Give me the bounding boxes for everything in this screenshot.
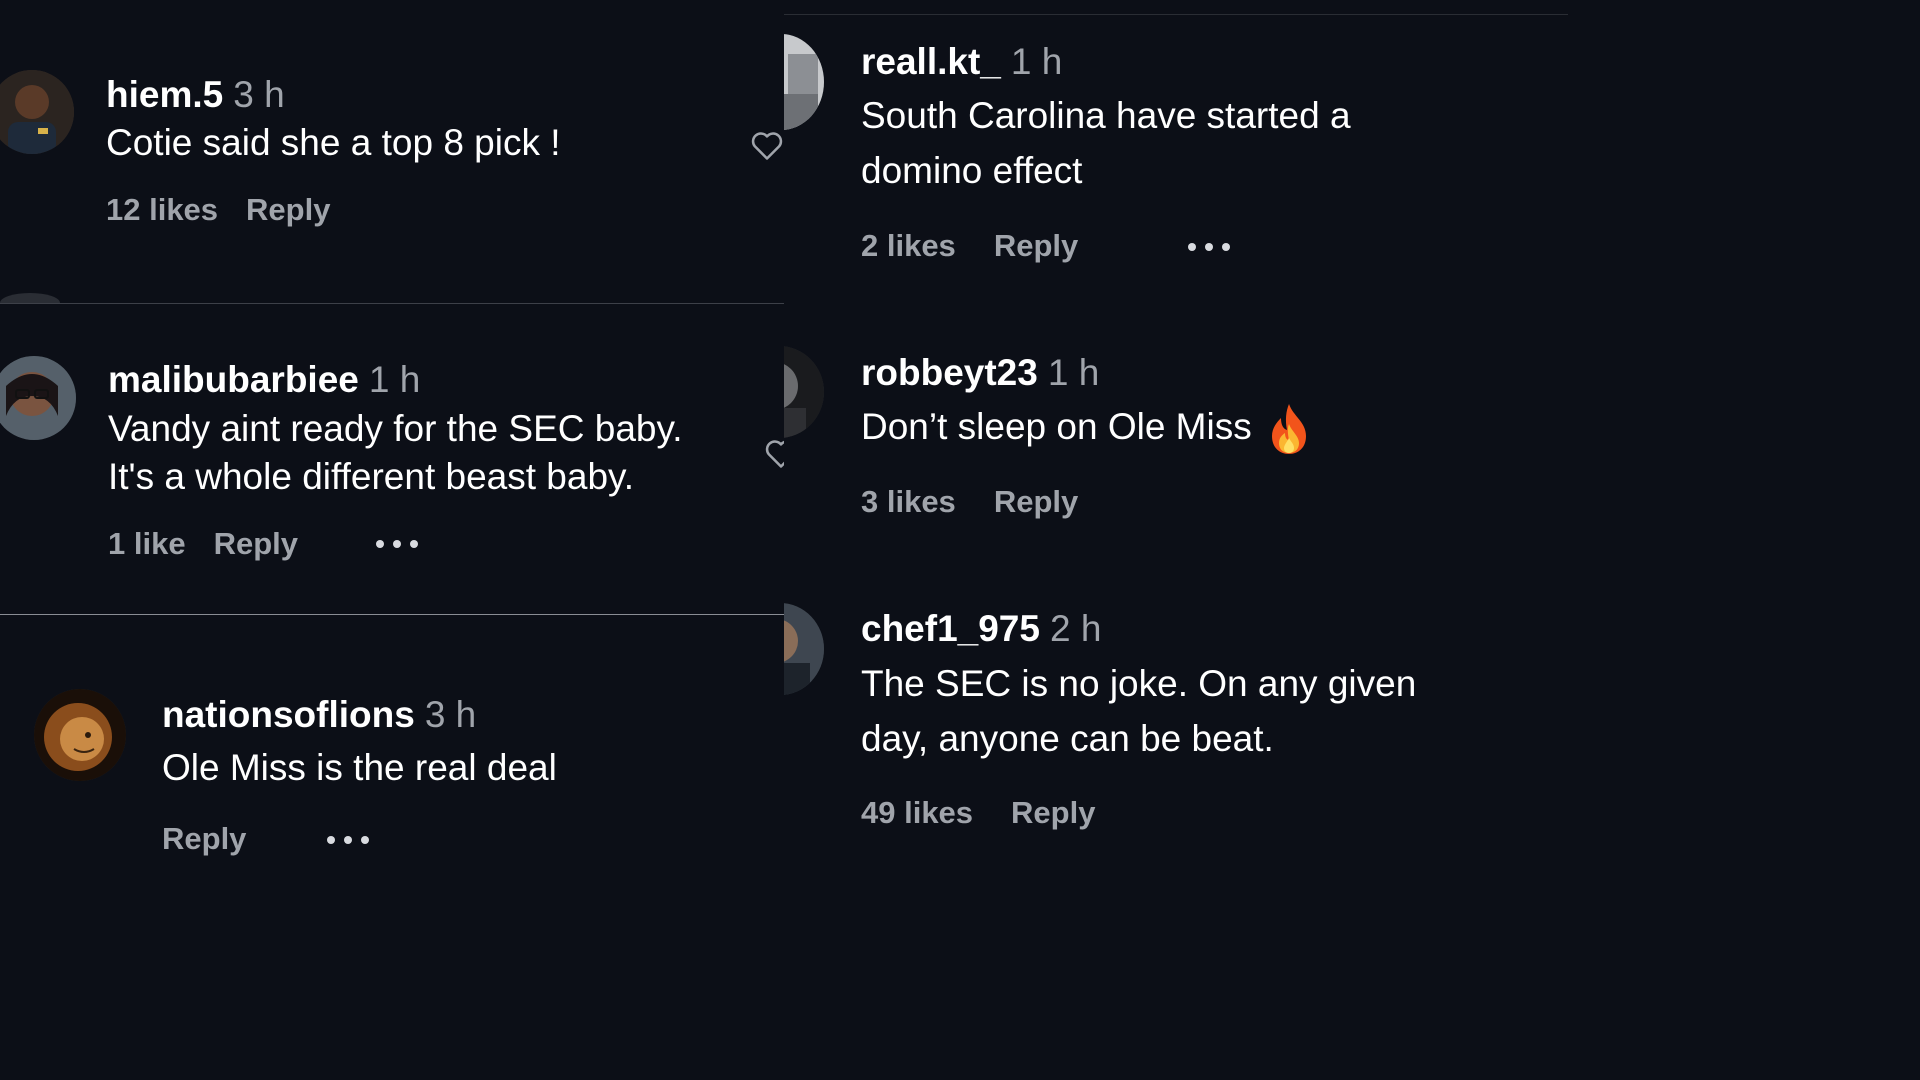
avatar-photo-icon — [0, 70, 74, 154]
heart-icon[interactable] — [762, 434, 784, 472]
comment-text-line-1: Vandy aint ready for the SEC baby. — [108, 408, 683, 449]
avatar[interactable] — [34, 689, 126, 781]
avatar[interactable] — [784, 603, 824, 695]
comment-header: hiem.5 3 h — [106, 73, 285, 117]
comment-header: chef1_975 2 h — [861, 607, 1101, 651]
timestamp: 1 h — [1010, 41, 1063, 82]
comment-actions: Reply — [162, 821, 274, 857]
next-comment-avatar-sliver — [0, 293, 60, 303]
comment-text-line-2: day, anyone can be beat. — [861, 718, 1274, 759]
username[interactable]: hiem.5 — [106, 74, 223, 115]
right-panel: reall.kt_ 1 h South Carolina have started… — [784, 0, 1568, 882]
heart-icon[interactable] — [748, 126, 784, 164]
timestamp: 1 h — [1047, 352, 1100, 393]
username[interactable]: robbeyt23 — [861, 352, 1038, 393]
username[interactable]: chef1_975 — [861, 608, 1040, 649]
reply-button[interactable]: Reply — [1011, 795, 1095, 830]
comment-text-content: Don’t sleep on Ole Miss — [861, 406, 1252, 447]
more-options-icon[interactable] — [327, 836, 369, 844]
more-options-icon[interactable] — [376, 540, 418, 548]
comment-actions: 3 likes Reply — [861, 484, 1106, 520]
reply-button[interactable]: Reply — [994, 484, 1078, 519]
comment-text: Cotie said she a top 8 pick ! — [106, 122, 561, 163]
avatar-photo-icon — [0, 356, 76, 440]
reply-button[interactable]: Reply — [162, 821, 246, 856]
likes-count[interactable]: 1 like — [108, 526, 186, 561]
comment-header: robbeyt23 1 h — [861, 351, 1099, 395]
comment-text-line-1: South Carolina have started a — [861, 95, 1351, 136]
reply-button[interactable]: Reply — [246, 192, 330, 227]
comment-header: malibubarbiee 1 h — [108, 358, 420, 402]
more-options-icon[interactable] — [1188, 243, 1230, 251]
divider — [784, 14, 1568, 15]
fire-emoji-icon — [1271, 404, 1306, 455]
avatar[interactable] — [0, 70, 74, 154]
avatar[interactable] — [784, 34, 824, 130]
comment-actions: 2 likes Reply — [861, 228, 1106, 264]
avatar[interactable] — [784, 346, 824, 438]
likes-count[interactable]: 49 likes — [861, 795, 973, 830]
username[interactable]: reall.kt_ — [861, 41, 1001, 82]
comment-text-line-1: The SEC is no joke. On any given — [861, 663, 1417, 704]
comment-header: nationsoflions 3 h — [162, 693, 476, 737]
left-middle-panel: malibubarbiee 1 h Vandy aint ready for th… — [0, 304, 784, 614]
reply-button[interactable]: Reply — [994, 228, 1078, 263]
comment-text: Ole Miss is the real deal — [162, 747, 557, 788]
timestamp: 3 h — [233, 74, 285, 115]
comment-actions: 1 like Reply — [108, 526, 326, 562]
avatar[interactable] — [0, 356, 76, 440]
avatar-photo-icon — [784, 34, 824, 130]
left-top-panel: hiem.5 3 h Cotie said she a top 8 pick ! … — [0, 0, 784, 303]
timestamp: 3 h — [424, 694, 477, 735]
username[interactable]: nationsoflions — [162, 694, 415, 735]
lion-avatar-icon — [34, 689, 126, 781]
comment-actions: 12 likes Reply — [106, 192, 358, 228]
avatar-photo-icon — [784, 346, 824, 438]
comment-text-line-2: It's a whole different beast baby. — [108, 456, 635, 497]
comment-actions: 49 likes Reply — [861, 795, 1123, 831]
likes-count[interactable]: 12 likes — [106, 192, 218, 227]
comment-text: Don’t sleep on Ole Miss — [861, 402, 1312, 456]
comment-hiem5: hiem.5 3 h Cotie said she a top 8 pick ! … — [0, 0, 784, 303]
timestamp: 1 h — [368, 359, 421, 400]
reply-button[interactable]: Reply — [214, 526, 298, 561]
comment-header: reall.kt_ 1 h — [861, 40, 1062, 84]
likes-count[interactable]: 3 likes — [861, 484, 956, 519]
left-bottom-panel: nationsoflions 3 h Ole Miss is the real d… — [0, 615, 784, 882]
comment-text-line-2: domino effect — [861, 150, 1083, 191]
avatar-photo-icon — [784, 603, 824, 695]
username[interactable]: malibubarbiee — [108, 359, 359, 400]
likes-count[interactable]: 2 likes — [861, 228, 956, 263]
timestamp: 2 h — [1049, 608, 1102, 649]
